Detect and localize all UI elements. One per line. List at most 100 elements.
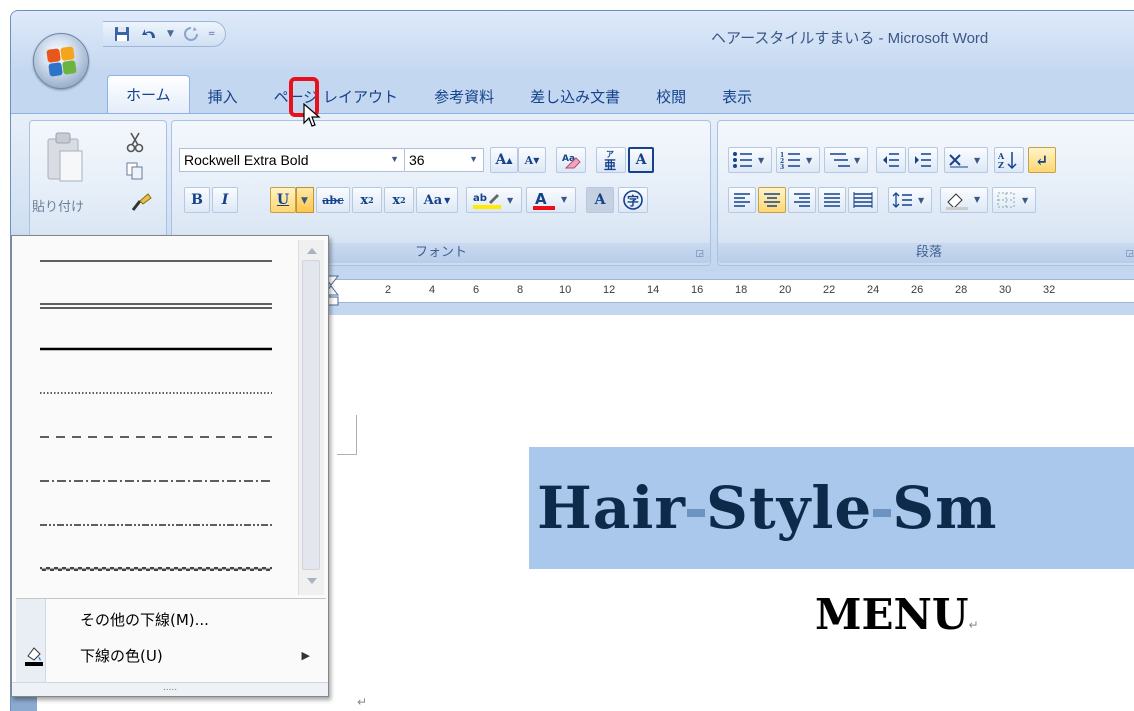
italic-button[interactable]: I	[212, 187, 238, 213]
font-name-select[interactable]: Rockwell Extra Bold ▼	[179, 148, 405, 172]
strikethrough-button[interactable]: abc	[316, 187, 350, 213]
decrease-indent-button[interactable]	[876, 147, 906, 173]
numbering-button[interactable]: 1 2 3 ▼	[776, 147, 820, 173]
tab-home[interactable]: ホーム	[107, 75, 190, 113]
document-title-text[interactable]: Hair Style Sm	[529, 447, 1134, 569]
tab-review[interactable]: 校閲	[638, 79, 704, 113]
phonetic-guide-icon[interactable]: ア亜	[596, 147, 626, 173]
cut-icon[interactable]	[125, 131, 145, 153]
scroll-down-icon[interactable]	[305, 576, 319, 586]
tab-view[interactable]: 表示	[704, 79, 770, 113]
redo-icon[interactable]	[180, 24, 202, 44]
bullets-button[interactable]: ▼	[728, 147, 772, 173]
undo-icon[interactable]	[139, 24, 161, 44]
office-button[interactable]	[33, 33, 89, 89]
justify-button[interactable]	[818, 187, 846, 213]
paragraph-dialog-launcher-icon[interactable]: ◲	[1125, 249, 1134, 259]
svg-text:▼: ▼	[974, 155, 981, 165]
line-spacing-button[interactable]: ▼	[888, 187, 932, 213]
paragraph-mark-icon: ↵	[357, 695, 368, 709]
font-color-button[interactable]: A ▼	[526, 187, 576, 213]
asian-layout-button[interactable]: ▼	[944, 147, 988, 173]
copy-icon[interactable]	[125, 161, 145, 181]
title-word: Sm	[892, 474, 998, 542]
customize-qat-button[interactable]: =	[208, 29, 216, 39]
format-painter-icon[interactable]	[130, 191, 152, 213]
save-icon[interactable]	[111, 24, 133, 44]
underline-style-dash-dot-dot[interactable]	[16, 504, 298, 548]
underline-style-dotted[interactable]	[16, 372, 298, 416]
grow-font-button[interactable]: A ▲	[490, 147, 518, 173]
font-dialog-launcher-icon[interactable]: ◲	[695, 249, 704, 259]
word-window: ▼ = ヘアースタイルすまいる - Microsoft Word ホーム 挿入 …	[10, 10, 1134, 711]
chevron-down-icon[interactable]: ▼	[390, 154, 399, 164]
tab-mailings[interactable]: 差し込み文書	[512, 79, 638, 113]
svg-text:Z: Z	[998, 160, 1004, 170]
underline-dropdown-button[interactable]: ▼	[296, 187, 314, 213]
change-case-button[interactable]: Aa ▼	[416, 187, 458, 213]
svg-text:↵: ↵	[1035, 151, 1048, 169]
sort-button[interactable]: AZ	[994, 147, 1024, 173]
menu-heading-text[interactable]: MENU↵	[815, 585, 979, 655]
scroll-up-icon[interactable]	[305, 246, 319, 256]
ruler-strip: 2 4 6 8 10 12 14 16 18 20 22 24 26 28 30…	[331, 279, 1134, 303]
shrink-font-button[interactable]: A ▼	[518, 147, 546, 173]
tab-references[interactable]: 参考資料	[416, 79, 512, 113]
borders-button[interactable]: ▼	[992, 187, 1036, 213]
menu-resize-grip[interactable]: .....	[12, 682, 328, 696]
underline-color-item[interactable]: 下線の色(U) ▶	[16, 638, 322, 672]
align-left-button[interactable]	[728, 187, 756, 213]
underline-list-scrollbar[interactable]	[298, 240, 324, 595]
ruler-number: 8	[517, 284, 524, 296]
ruler-number: 4	[429, 284, 436, 296]
ribbon-tabs: ホーム 挿入 ページ レイアウト 参考資料 差し込み文書 校閲 表示	[107, 75, 770, 113]
ruler-number: 22	[823, 284, 836, 296]
underline-style-wave[interactable]	[16, 548, 298, 592]
underline-style-dash-dot[interactable]	[16, 460, 298, 504]
bold-button[interactable]: B	[184, 187, 210, 213]
chevron-down-icon[interactable]: ▼	[469, 154, 478, 164]
align-right-button[interactable]	[788, 187, 816, 213]
tab-page-layout[interactable]: ページ レイアウト	[256, 79, 416, 113]
svg-text:3: 3	[780, 164, 784, 169]
paste-button-label[interactable]: 貼り付け	[32, 196, 84, 215]
svg-text:字: 字	[627, 193, 639, 208]
svg-text:▼: ▼	[507, 195, 514, 205]
ruler-number: 16	[691, 284, 704, 296]
svg-text:▼: ▼	[758, 155, 765, 165]
office-logo-icon	[46, 46, 77, 77]
svg-text:▼: ▼	[561, 194, 568, 204]
svg-text:亜: 亜	[604, 158, 616, 171]
align-center-button[interactable]	[758, 187, 786, 213]
svg-text:▼: ▼	[854, 155, 861, 165]
highlight-color-button[interactable]: ab ▼	[466, 187, 522, 213]
ruler-number: 26	[911, 284, 924, 296]
font-size-select[interactable]: 36 ▼	[404, 148, 484, 172]
underline-style-menu: その他の下線(M)... 下線の色(U) ▶ .....	[11, 235, 329, 697]
increase-indent-button[interactable]	[908, 147, 938, 173]
undo-dropdown-icon[interactable]: ▼	[167, 29, 174, 39]
scrollbar-thumb[interactable]	[302, 260, 320, 570]
title-word: Hair	[537, 474, 686, 542]
svg-text:▼: ▼	[974, 194, 981, 204]
subscript-button[interactable]: x2	[352, 187, 382, 213]
show-hide-marks-button[interactable]: ↵	[1028, 147, 1056, 173]
window-title: ヘアースタイルすまいる - Microsoft Word	[711, 30, 989, 47]
tab-insert[interactable]: 挿入	[190, 79, 256, 113]
multilevel-list-button[interactable]: ▼	[824, 147, 868, 173]
superscript-button[interactable]: x2	[384, 187, 414, 213]
enclose-characters-icon[interactable]: 字	[618, 187, 648, 213]
underline-style-dashed[interactable]	[16, 416, 298, 460]
character-shading-button[interactable]: A	[586, 187, 614, 213]
character-border-button[interactable]: A	[628, 147, 654, 173]
underline-style-thick[interactable]	[16, 328, 298, 372]
underline-button[interactable]: U	[270, 187, 296, 213]
underline-style-single[interactable]	[16, 240, 298, 284]
shading-button[interactable]: ▼	[940, 187, 988, 213]
distributed-button[interactable]	[848, 187, 878, 213]
paste-icon[interactable]	[44, 129, 86, 189]
more-underlines-label: その他の下線(M)...	[80, 610, 209, 629]
underline-style-double[interactable]	[16, 284, 298, 328]
clear-formatting-icon[interactable]: Aa	[556, 147, 586, 173]
more-underlines-item[interactable]: その他の下線(M)...	[16, 602, 322, 636]
